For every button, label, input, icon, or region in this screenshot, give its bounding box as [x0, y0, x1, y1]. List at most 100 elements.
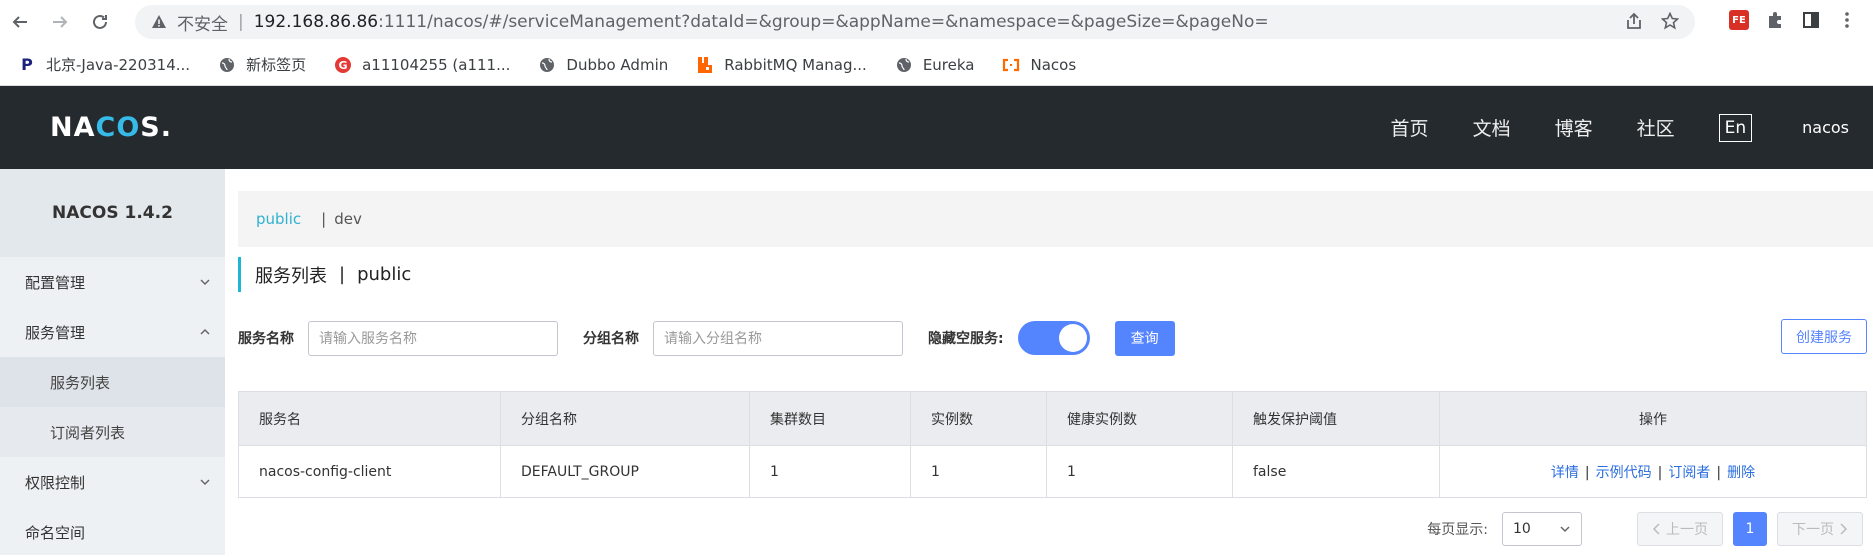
sidebar-item-subscribers[interactable]: 订阅者列表: [0, 407, 225, 457]
page-title-separator: |: [339, 264, 346, 285]
col-group-name: 分组名称: [500, 391, 750, 446]
bookmark-label: Eureka: [922, 55, 975, 74]
delete-link[interactable]: 删除: [1727, 465, 1755, 481]
page-size-select[interactable]: 10: [1502, 512, 1582, 546]
bookmarks-bar: P 北京-Java-220314... 新标签页 G a11104255 (a1…: [0, 44, 1873, 86]
cell-cluster-count: 1: [749, 445, 911, 498]
page-title-namespace: public: [357, 264, 412, 285]
arrow-left-icon: [12, 16, 27, 28]
page-size-label: 每页显示:: [1427, 522, 1488, 538]
col-threshold: 触发保护阈值: [1232, 391, 1440, 446]
col-service-name: 服务名: [238, 391, 501, 446]
next-page-button[interactable]: 下一页: [1777, 512, 1863, 546]
group-name-input[interactable]: 请输入分组名称: [653, 320, 903, 356]
bookmark-label: Dubbo Admin: [566, 55, 669, 74]
star-icon[interactable]: [1661, 12, 1679, 30]
chevron-right-icon: [1840, 523, 1848, 535]
pagination: 每页显示: 10 上一页 1 下一页: [1427, 511, 1873, 547]
url-separator: |: [238, 12, 244, 32]
back-button[interactable]: [0, 0, 40, 44]
warning-icon: [152, 15, 166, 28]
app-header: NACOS. 首页 文档 博客 社区 En nacos: [0, 86, 1873, 169]
globe-icon: [218, 56, 236, 74]
next-page-label: 下一页: [1792, 522, 1834, 538]
sidebar-item-namespace[interactable]: 命名空间: [0, 507, 225, 557]
bookmark-label: 北京-Java-220314...: [46, 56, 191, 74]
cell-operations: 详情 | 示例代码 | 订阅者 | 删除: [1439, 445, 1867, 498]
sidebar-item-config[interactable]: 配置管理: [0, 257, 225, 307]
hide-empty-toggle[interactable]: [1017, 321, 1090, 355]
bookmark-item[interactable]: Nacos: [1002, 56, 1076, 74]
globe-icon: [895, 56, 913, 74]
cell-healthy-count: 1: [1046, 445, 1233, 498]
fe-extension-icon[interactable]: FE: [1729, 10, 1749, 30]
puzzle-icon[interactable]: [1765, 10, 1785, 30]
share-icon[interactable]: [1625, 12, 1643, 30]
col-healthy-count: 健康实例数: [1046, 391, 1233, 446]
more-vert-icon[interactable]: [1837, 10, 1857, 30]
user-menu[interactable]: nacos: [1802, 118, 1849, 137]
sidebar-item-service[interactable]: 服务管理: [0, 307, 225, 357]
globe-icon: [538, 56, 556, 74]
g-logo-icon: G: [334, 56, 352, 74]
cell-service-name: nacos-config-client: [238, 445, 501, 498]
service-name-input[interactable]: 请输入服务名称: [308, 320, 558, 356]
nav-blog[interactable]: 博客: [1555, 114, 1593, 141]
svg-text:G: G: [339, 59, 348, 72]
logo-text-accent: CO: [95, 112, 141, 143]
page-title: 服务列表 | public: [238, 257, 411, 292]
sample-code-link[interactable]: 示例代码: [1596, 465, 1652, 481]
chevron-up-icon: [200, 328, 210, 335]
bookmark-item[interactable]: Eureka: [895, 55, 975, 74]
sidebar: NACOS 1.4.2 配置管理 服务管理 服务列表 订阅者列表 权限控制 命名…: [0, 169, 225, 555]
chevron-down-icon: [200, 479, 210, 486]
ops-separator: |: [1584, 464, 1590, 481]
sidebar-item-auth[interactable]: 权限控制: [0, 457, 225, 507]
service-table: 服务名 分组名称 集群数目 实例数 健康实例数 触发保护阈值 操作 nacos-…: [238, 391, 1867, 498]
toggle-knob: [1058, 324, 1087, 352]
chevron-left-icon: [1652, 523, 1660, 535]
bookmark-label: 新标签页: [246, 56, 307, 74]
reload-button[interactable]: [80, 0, 120, 44]
bookmark-item[interactable]: RabbitMQ Manag...: [696, 56, 867, 74]
nacos-logo[interactable]: NACOS.: [50, 112, 172, 143]
namespace-divider: |: [321, 210, 327, 228]
bookmark-item[interactable]: Dubbo Admin: [538, 56, 668, 74]
bookmark-label: Nacos: [1030, 55, 1077, 74]
arrow-right-icon: [53, 16, 68, 28]
bookmark-label: a11104255 (a111...: [362, 55, 511, 74]
page-title-text: 服务列表: [255, 265, 327, 287]
nav-docs[interactable]: 文档: [1473, 114, 1511, 141]
table-header-row: 服务名 分组名称 集群数目 实例数 健康实例数 触发保护阈值 操作: [238, 391, 1867, 446]
table-row: nacos-config-client DEFAULT_GROUP 1 1 1 …: [238, 445, 1867, 498]
bookmark-item[interactable]: G a11104255 (a111...: [334, 56, 510, 74]
address-bar[interactable]: 不安全 | 192.168.86.86 :1111/nacos/#/servic…: [135, 5, 1695, 39]
sidepanel-icon[interactable]: [1801, 10, 1821, 30]
create-service-button[interactable]: 创建服务: [1781, 319, 1867, 354]
namespace-bar: public | dev: [238, 191, 1873, 247]
sidebar-item-label: 命名空间: [25, 523, 86, 542]
chevron-down-icon: [200, 279, 210, 286]
details-link[interactable]: 详情: [1551, 465, 1579, 481]
nav-community[interactable]: 社区: [1637, 114, 1675, 141]
prev-page-button[interactable]: 上一页: [1637, 512, 1723, 546]
url-host: 192.168.86.86: [253, 12, 379, 32]
cell-threshold: false: [1232, 445, 1440, 498]
rabbitmq-icon: [696, 56, 714, 74]
bookmark-item[interactable]: 新标签页: [218, 54, 306, 75]
browser-toolbar: 不安全 | 192.168.86.86 :1111/nacos/#/servic…: [0, 0, 1873, 44]
p-logo-icon: P: [21, 55, 33, 74]
language-switch[interactable]: En: [1718, 113, 1753, 142]
cell-instance-count: 1: [910, 445, 1047, 498]
bookmark-item[interactable]: P 北京-Java-220314...: [18, 54, 190, 75]
subscribers-link[interactable]: 订阅者: [1668, 465, 1710, 481]
query-button[interactable]: 查询: [1114, 320, 1175, 356]
page-number-current[interactable]: 1: [1733, 512, 1767, 546]
sidebar-item-service-list[interactable]: 服务列表: [0, 357, 225, 407]
namespace-dev[interactable]: dev: [334, 210, 362, 228]
namespace-public[interactable]: public: [256, 210, 301, 228]
prev-page-label: 上一页: [1666, 522, 1708, 538]
nav-home[interactable]: 首页: [1391, 114, 1429, 141]
main-content: public | dev 服务列表 | public 服务名称 请输入服务名称 …: [225, 169, 1873, 555]
forward-button[interactable]: [40, 0, 80, 44]
